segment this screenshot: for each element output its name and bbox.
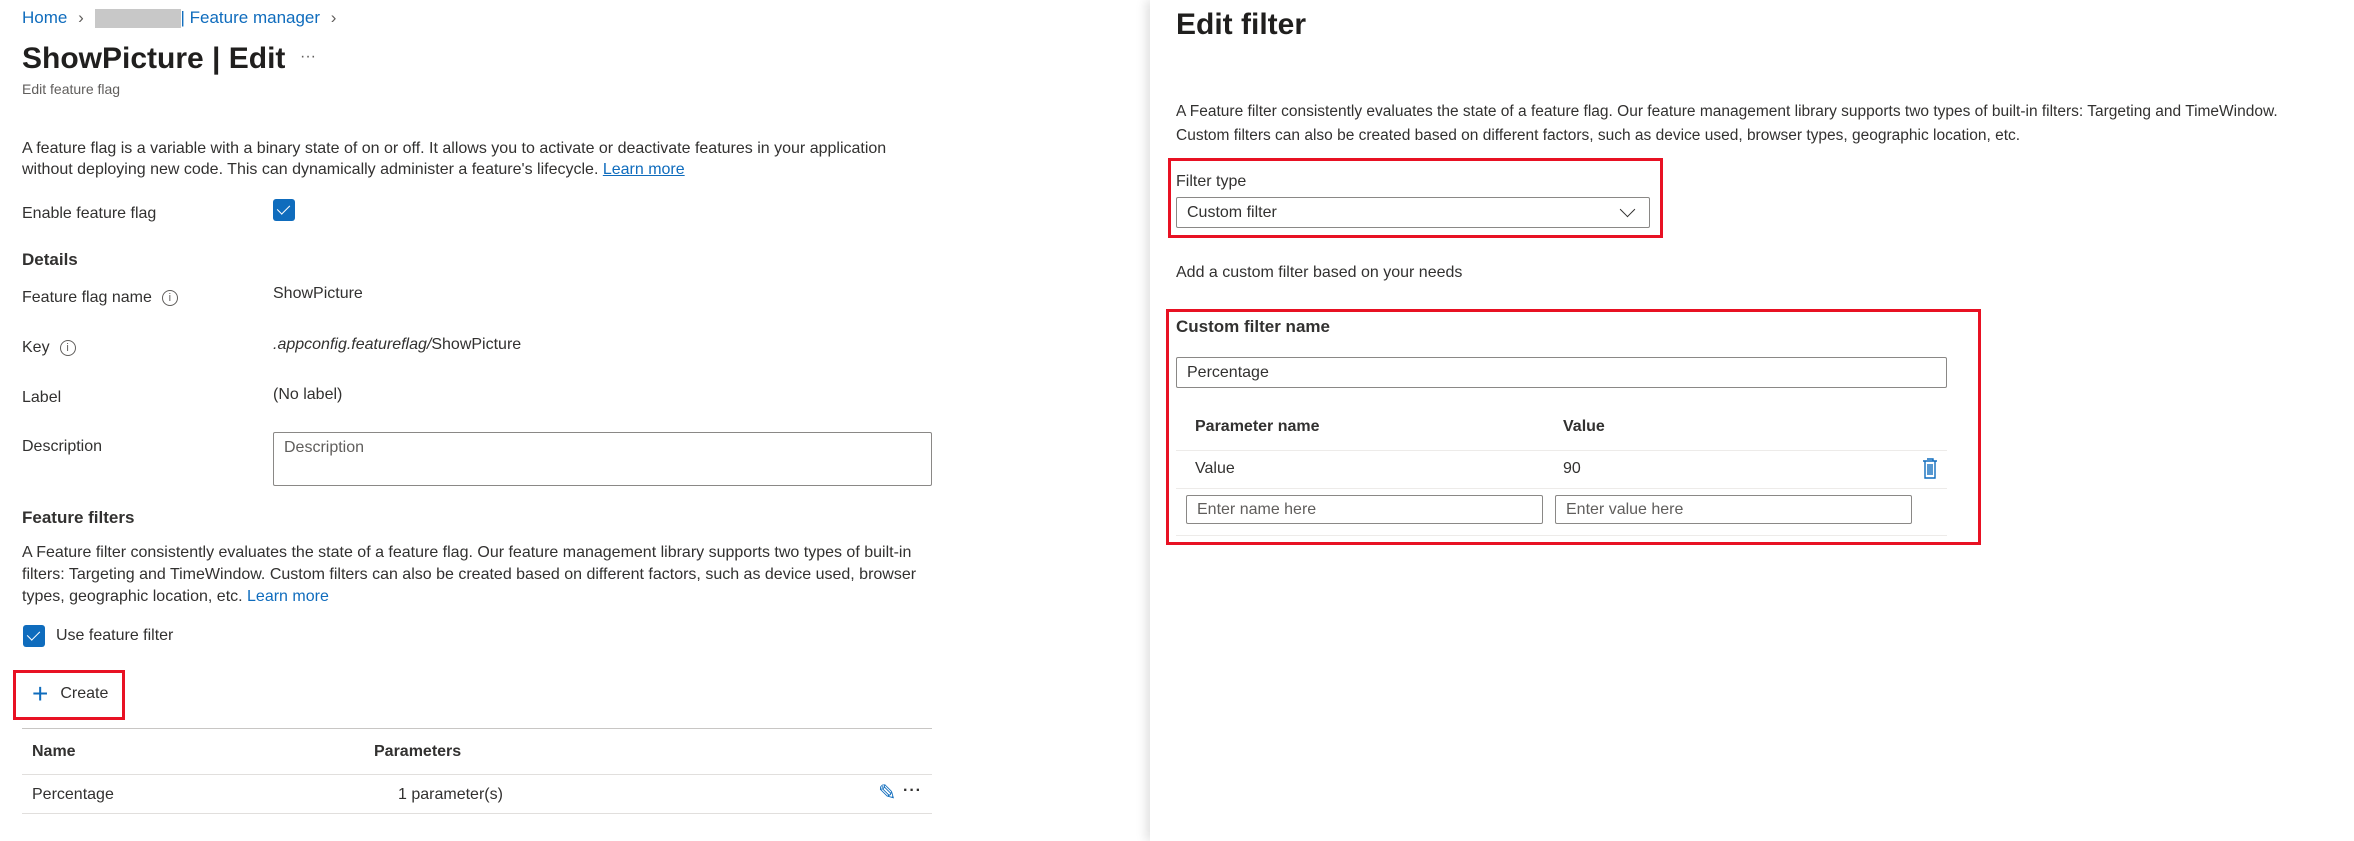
filter-params: 1 parameter(s) <box>398 786 503 803</box>
param-header-value: Value <box>1563 418 1605 435</box>
breadcrumb-home[interactable]: Home <box>22 8 67 27</box>
trash-icon[interactable] <box>1922 458 1938 480</box>
divider <box>1176 535 1947 536</box>
learn-more-link[interactable]: Learn more <box>247 588 329 605</box>
feature-flag-name-text: Feature flag name <box>22 289 152 306</box>
details-heading: Details <box>22 250 78 269</box>
filters-text-3: types, geographic location, etc. Learn m… <box>22 588 329 606</box>
intro-text: A feature flag is a variable with a bina… <box>22 140 887 157</box>
plus-icon: + <box>32 678 49 709</box>
filters-text-3-body: types, geographic location, etc. <box>22 588 248 605</box>
filter-type-label: Filter type <box>1176 173 1247 190</box>
use-feature-filter-label: Use feature filter <box>56 627 174 644</box>
divider <box>22 728 932 729</box>
param-name-placeholder: Enter name here <box>1197 500 1317 518</box>
param-header-name: Parameter name <box>1195 418 1320 435</box>
divider <box>22 813 932 814</box>
param-value-input[interactable]: Enter value here <box>1555 495 1912 524</box>
page-subtitle: Edit feature flag <box>22 81 121 97</box>
key-text: Key <box>22 339 50 356</box>
divider <box>1176 450 1947 451</box>
custom-filter-name-label: Custom filter name <box>1176 317 1330 336</box>
feature-filters-heading: Feature filters <box>22 508 135 527</box>
param-name-input[interactable]: Enter name here <box>1186 495 1543 524</box>
key-label: Key i <box>22 339 76 357</box>
enable-feature-flag-checkbox[interactable] <box>273 199 295 221</box>
divider <box>22 774 932 775</box>
filter-type-value: Custom filter <box>1187 203 1277 221</box>
info-icon[interactable]: i <box>161 289 178 306</box>
column-header-name: Name <box>32 743 76 760</box>
breadcrumb: Home › | Feature manager › <box>22 8 337 29</box>
param-value: 90 <box>1563 460 1581 477</box>
more-options-button[interactable]: ··· <box>300 48 316 66</box>
chevron-right-icon: › <box>78 8 84 27</box>
description-label: Description <box>22 438 103 455</box>
panel-title: Edit filter <box>1176 8 1307 41</box>
filter-name: Percentage <box>32 786 114 803</box>
more-actions-button[interactable]: ··· <box>903 782 922 800</box>
custom-filter-name-input[interactable]: Percentage <box>1176 357 1947 388</box>
label-label: Label <box>22 389 62 406</box>
intro-text-2-body: without deploying new code. This can dyn… <box>22 161 603 178</box>
description-placeholder: Description <box>284 439 365 456</box>
redacted-resource <box>94 9 181 29</box>
label-value: (No label) <box>273 386 343 403</box>
param-value-placeholder: Enter value here <box>1566 500 1684 518</box>
panel-desc-1: A Feature filter consistently evaluates … <box>1176 103 2278 120</box>
page-title: ShowPicture | Edit <box>22 42 286 75</box>
description-input[interactable]: Description <box>273 432 932 486</box>
feature-flag-name-label: Feature flag name i <box>22 289 178 307</box>
enable-feature-flag-label: Enable feature flag <box>22 205 157 222</box>
breadcrumb-feature-manager[interactable]: | Feature manager <box>181 8 321 27</box>
custom-filter-name-value: Percentage <box>1187 363 1269 381</box>
create-button[interactable]: + Create <box>32 678 109 709</box>
custom-filter-hint: Add a custom filter based on your needs <box>1176 264 1463 281</box>
divider <box>1176 488 1947 489</box>
filters-text-1: A Feature filter consistently evaluates … <box>22 544 912 561</box>
learn-more-link[interactable]: Learn more <box>603 161 685 178</box>
key-value: .appconfig.featureflag/ShowPicture <box>273 336 521 354</box>
chevron-down-icon <box>1619 201 1636 218</box>
edit-pencil-icon[interactable]: ✎ <box>878 780 896 806</box>
filters-text-2: filters: Targeting and TimeWindow. Custo… <box>22 566 917 583</box>
info-icon[interactable]: i <box>59 339 76 356</box>
feature-flag-name-value: ShowPicture <box>273 285 363 302</box>
panel-desc-2: Custom filters can also be created based… <box>1176 127 2021 144</box>
key-prefix: .appconfig.featureflag/ <box>273 336 432 353</box>
filter-type-dropdown[interactable]: Custom filter <box>1176 197 1650 228</box>
param-name: Value <box>1195 460 1235 477</box>
chevron-right-icon: › <box>330 8 337 27</box>
column-header-parameters: Parameters <box>374 743 462 760</box>
use-feature-filter-checkbox[interactable] <box>23 625 45 647</box>
intro-text-2: without deploying new code. This can dyn… <box>22 161 685 179</box>
create-label: Create <box>60 685 109 702</box>
key-name: ShowPicture <box>431 336 522 353</box>
